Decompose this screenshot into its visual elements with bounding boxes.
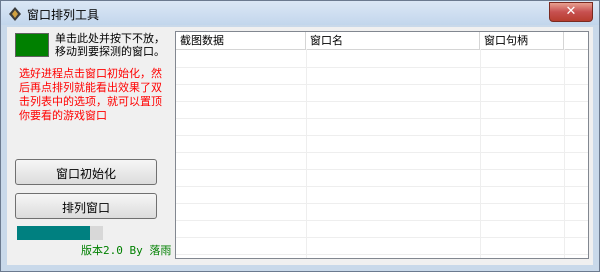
list-header: 截图数据 窗口名 窗口句柄 <box>176 32 588 50</box>
close-icon: ✕ <box>565 4 577 19</box>
init-window-button[interactable]: 窗口初始化 <box>15 159 157 185</box>
list-grid-line <box>176 135 588 136</box>
version-label: 版本2.0 By 落雨 <box>81 244 172 257</box>
progress-bar <box>17 226 103 240</box>
app-icon <box>9 7 21 21</box>
list-grid-line <box>176 254 588 255</box>
list-grid-line <box>176 118 588 119</box>
list-grid-line <box>176 186 588 187</box>
client-area: 单击此处并按下不放，移动到要探测的窗口。 选好进程点击窗口初始化，然后再点排列就… <box>7 27 593 265</box>
list-grid-line <box>176 84 588 85</box>
title-bar[interactable]: 窗口排列工具 ✕ <box>1 1 599 25</box>
window-finder-target[interactable] <box>15 33 49 57</box>
arrange-window-button[interactable]: 排列窗口 <box>15 193 157 219</box>
window-title: 窗口排列工具 <box>27 8 100 22</box>
list-grid-line <box>176 67 588 68</box>
close-button[interactable]: ✕ <box>549 2 593 22</box>
list-column-divider <box>306 49 307 258</box>
column-header-window-name[interactable]: 窗口名 <box>306 32 480 49</box>
list-grid-line <box>176 220 588 221</box>
column-header-window-handle[interactable]: 窗口句柄 <box>480 32 564 49</box>
list-column-divider <box>480 49 481 258</box>
list-column-divider <box>564 49 565 258</box>
usage-hint: 选好进程点击窗口初始化，然后再点排列就能看出效果了双击列表中的选项，就可以置顶你… <box>19 67 162 122</box>
list-grid-line <box>176 152 588 153</box>
list-grid-line <box>176 169 588 170</box>
progress-fill <box>17 226 91 240</box>
finder-hint: 单击此处并按下不放，移动到要探测的窗口。 <box>55 32 165 58</box>
window-list[interactable]: 截图数据 窗口名 窗口句柄 <box>175 31 589 259</box>
list-grid-line <box>176 237 588 238</box>
list-grid-line <box>176 203 588 204</box>
main-window: 窗口排列工具 ✕ 单击此处并按下不放，移动到要探测的窗口。 选好进程点击窗口初始… <box>0 0 600 272</box>
list-grid-line <box>176 101 588 102</box>
column-header-screenshot[interactable]: 截图数据 <box>176 32 306 49</box>
